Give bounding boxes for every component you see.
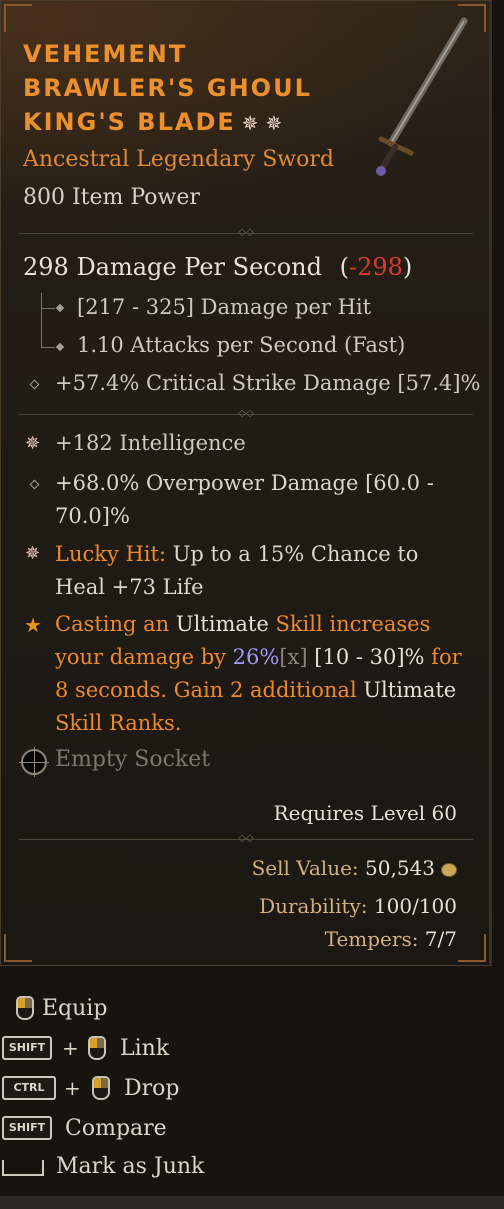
shift-key-label: SHIFT [8, 1121, 46, 1134]
overpower-line-1: +68.0% Overpower Damage [60.0 - [55, 471, 434, 495]
durability: Durability: 100/100 [259, 894, 457, 918]
aspect-text: your damage by [55, 645, 233, 669]
intelligence-affix: +182 Intelligence [55, 431, 246, 455]
aspect-range: [10 - 30]% [307, 645, 425, 669]
damage-per-hit: [217 - 325] Damage per Hit [77, 295, 372, 319]
divider-ornament: ◇◇ [238, 833, 254, 844]
compare-action[interactable]: SHIFT Compare [0, 1112, 240, 1146]
tempers-label: Tempers: [324, 927, 419, 951]
aspect-text: Skill increases [268, 612, 431, 636]
drop-action[interactable]: CTRL + Drop [0, 1072, 240, 1106]
lucky-hit-line-2: Heal +73 Life [55, 575, 204, 599]
item-name-line-3-text: King's Blade [23, 108, 236, 136]
gold-coin-icon [441, 862, 457, 877]
durability-label: Durability: [259, 894, 368, 918]
shift-key-icon: SHIFT [2, 1036, 52, 1060]
spacebar-icon [2, 1160, 44, 1176]
empty-socket-icon [19, 747, 49, 777]
aspect-keyword: Ultimate [175, 612, 269, 636]
shift-key-label: SHIFT [8, 1041, 46, 1054]
overpower-line-2: 70.0]% [55, 504, 130, 528]
lucky-hit-label: Lucky Hit: [55, 542, 167, 566]
divider: ◇◇ [19, 834, 473, 844]
divider: ◇◇ [19, 228, 473, 238]
screen-bottom-edge [0, 1196, 504, 1209]
mark-junk-label: Mark as Junk [56, 1154, 205, 1179]
mark-junk-action[interactable]: Mark as Junk [0, 1152, 260, 1186]
dps-delta: -298 [349, 253, 403, 281]
rank-icons: ✵ ✵ [241, 111, 283, 135]
legendary-aspect: Casting an Ultimate Skill increases your… [55, 608, 462, 740]
diamond-icon [55, 342, 65, 352]
required-level: Requires Level 60 [273, 801, 457, 825]
compare-label: Compare [65, 1116, 167, 1141]
diamond-icon [55, 303, 65, 313]
ctrl-key-icon: CTRL [2, 1076, 56, 1100]
dps-value: 298 Damage Per Second [23, 253, 322, 281]
greater-affix-icon: ✵ [25, 543, 41, 564]
sword-icon [376, 17, 468, 176]
item-name-line-1: Vehement [23, 40, 188, 68]
shift-key-icon: SHIFT [2, 1116, 52, 1140]
attack-speed: 1.10 Attacks per Second (Fast) [77, 333, 406, 357]
drop-label: Drop [124, 1076, 180, 1101]
dps-paren-open: ( [339, 253, 349, 281]
frame-corner [4, 934, 32, 962]
sell-value-amount: 50,543 [358, 856, 435, 880]
tempers: Tempers: 7/7 [325, 927, 457, 951]
stat-tree-branch [41, 308, 55, 309]
divider: ◇◇ [19, 409, 473, 419]
aspect-roll-value: 26% [232, 645, 280, 669]
equip-action[interactable]: Equip [0, 992, 200, 1026]
aspect-text: Skill Ranks. [55, 711, 182, 735]
item-name: Vehement Brawler's Ghoul King's Blade ✵ ✵ [23, 37, 323, 140]
item-name-line-2: Brawler's Ghoul [23, 74, 312, 102]
affix-diamond-icon [29, 479, 40, 490]
implicit-affix: +57.4% Critical Strike Damage [57.4]% [55, 371, 481, 395]
greater-affix-icon: ✵ [25, 433, 41, 454]
legendary-star-icon: ★ [24, 613, 42, 637]
item-tooltip: Vehement Brawler's Ghoul King's Blade ✵ ✵… [0, 0, 492, 966]
frame-corner [458, 934, 486, 962]
stat-tree-branch [41, 347, 55, 348]
link-action[interactable]: SHIFT + Link [0, 1032, 240, 1066]
divider-ornament: ◇◇ [238, 227, 254, 238]
frame-corner [4, 4, 32, 32]
link-label: Link [120, 1036, 170, 1061]
left-mouse-icon [92, 1076, 110, 1100]
plus-sign: + [64, 1076, 81, 1100]
dps-paren-close: ) [402, 253, 413, 281]
left-mouse-icon [88, 1036, 106, 1060]
item-power: 800 Item Power [23, 185, 200, 210]
sell-value: Sell Value: 50,543 [252, 856, 457, 880]
sell-value-label: Sell Value: [251, 856, 359, 880]
empty-socket-label: Empty Socket [55, 747, 211, 772]
item-name-line-3: King's Blade ✵ ✵ [23, 105, 323, 140]
lucky-hit-text: Up to a 15% Chance to [166, 542, 419, 566]
stat-tree-line [41, 293, 42, 347]
lucky-hit-affix: Lucky Hit: Up to a 15% Chance to Heal +7… [55, 538, 418, 604]
aspect-keyword: Ultimate [363, 678, 457, 702]
plus-sign: + [62, 1036, 79, 1060]
damage-per-second: 298 Damage Per Second (-298) [23, 253, 412, 281]
durability-value: 100/100 [367, 894, 457, 918]
equip-label: Equip [42, 996, 108, 1021]
implicit-diamond-icon [29, 379, 40, 390]
aspect-multiplier: [x] [279, 645, 308, 669]
overpower-affix: +68.0% Overpower Damage [60.0 - 70.0]% [55, 467, 434, 533]
aspect-text: for [424, 645, 462, 669]
aspect-text: 8 seconds. Gain 2 additional [55, 678, 364, 702]
ctrl-key-label: CTRL [13, 1081, 45, 1094]
item-type: Ancestral Legendary Sword [23, 147, 334, 172]
left-mouse-icon [16, 996, 34, 1020]
aspect-text: Casting an [55, 612, 176, 636]
divider-ornament: ◇◇ [238, 408, 254, 419]
tempers-value: 7/7 [418, 927, 457, 951]
